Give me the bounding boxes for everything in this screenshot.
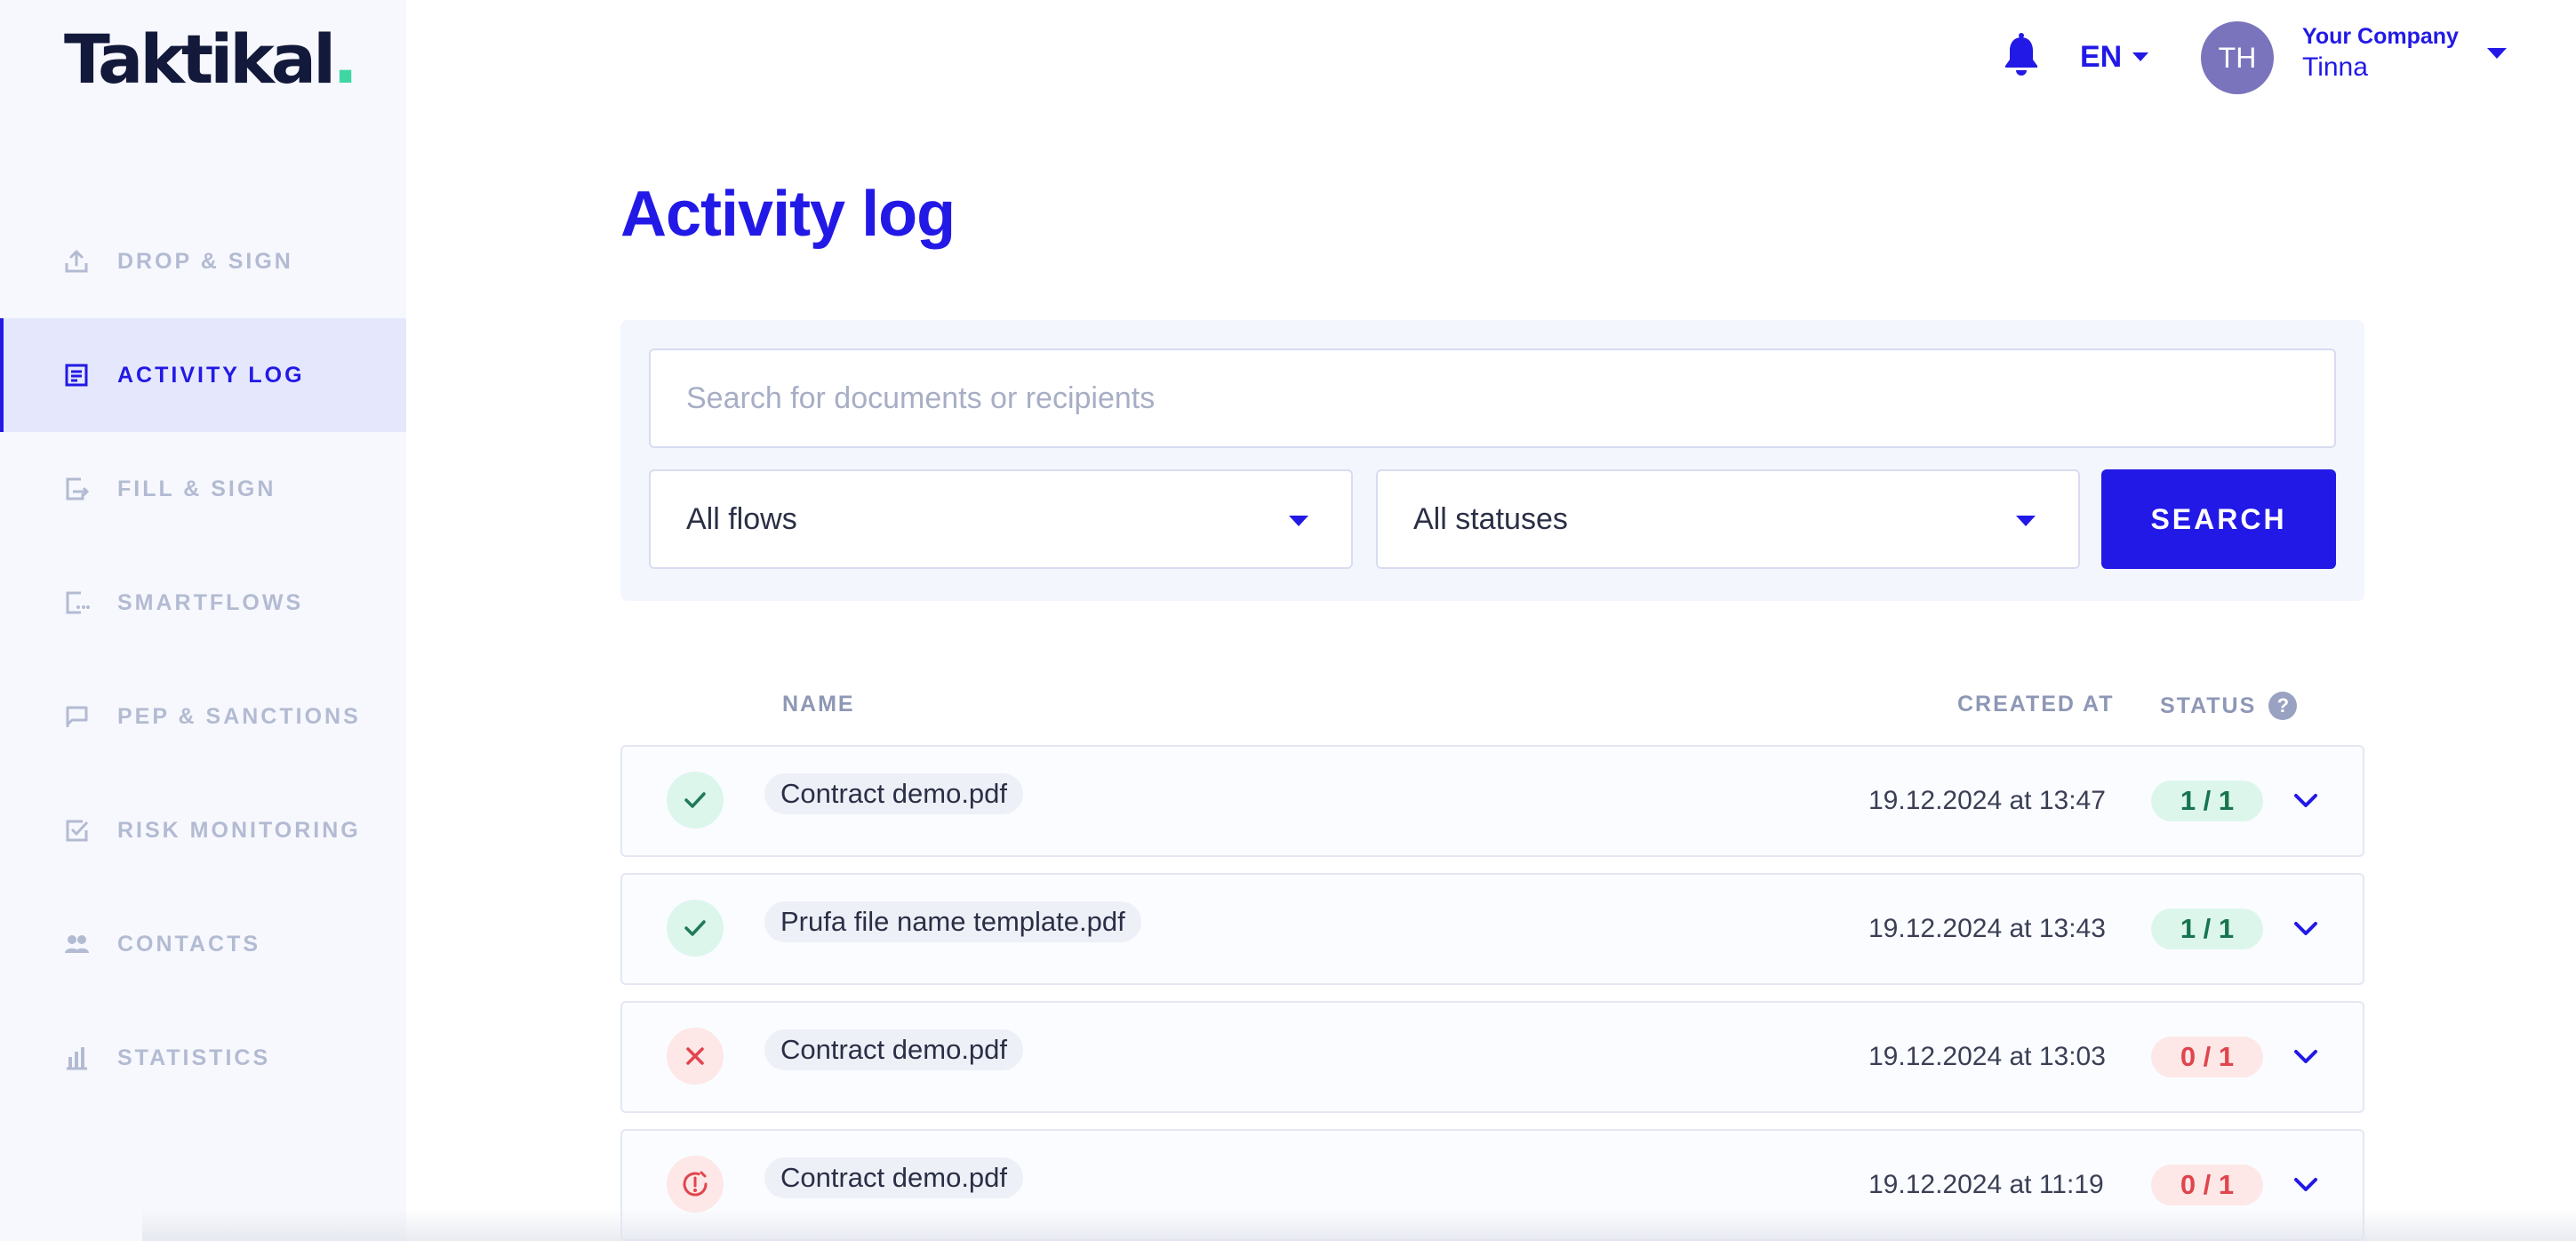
table-row[interactable]: Prufa file name template.pdf 19.12.2024 …	[620, 873, 2364, 985]
document-name[interactable]: Contract demo.pdf	[764, 773, 1024, 814]
column-header-status: STATUS ?	[2160, 692, 2298, 720]
fill-sign-icon	[62, 475, 91, 503]
column-header-status-label[interactable]: STATUS	[2160, 693, 2256, 719]
sidebar-item-drop-sign[interactable]: DROP & SIGN	[0, 204, 406, 318]
filter-panel: All flows All statuses SEARCH	[620, 320, 2364, 601]
created-at: 19.12.2024 at 13:03	[1868, 1042, 2106, 1071]
sidebar-item-label: CONTACTS	[117, 931, 261, 957]
risk-check-icon	[62, 816, 91, 845]
logo-text: Taktikal	[64, 20, 336, 99]
search-input[interactable]	[649, 348, 2336, 448]
upload-icon	[62, 247, 91, 276]
clock-alert-icon	[667, 1156, 724, 1213]
account-chevron-down-icon[interactable]	[2487, 48, 2507, 59]
sidebar-item-pep-sanctions[interactable]: PEP & SANCTIONS	[0, 660, 406, 773]
sidebar-item-risk-monitoring[interactable]: RISK MONITORING	[0, 773, 406, 887]
column-header-created-at[interactable]: CREATED AT	[1957, 692, 2114, 717]
table-row[interactable]: Contract demo.pdf 19.12.2024 at 11:19 0 …	[620, 1129, 2364, 1241]
logo-dot: .	[332, 20, 358, 99]
user-name: Tinna	[2302, 52, 2368, 82]
document-name[interactable]: Contract demo.pdf	[764, 1157, 1024, 1198]
sidebar-item-smartflows[interactable]: SMARTFLOWS	[0, 546, 406, 660]
page-title: Activity log	[620, 179, 956, 250]
status-badge: 1 / 1	[2151, 781, 2263, 821]
table-row[interactable]: Contract demo.pdf 19.12.2024 at 13:47 1 …	[620, 745, 2364, 857]
status-select[interactable]: All statuses	[1376, 469, 2080, 569]
app-root: Taktikal. DROP & SIGN ACTIVITY LOG FILL …	[0, 0, 2576, 1241]
sidebar-item-label: DROP & SIGN	[117, 248, 293, 274]
sidebar-item-label: FILL & SIGN	[117, 476, 276, 501]
sidebar-item-label: RISK MONITORING	[117, 817, 361, 843]
column-header-name[interactable]: NAME	[782, 692, 855, 717]
contacts-icon	[62, 930, 91, 958]
language-label: EN	[2080, 39, 2123, 74]
chevron-down-icon	[2016, 516, 2036, 526]
bar-chart-icon	[62, 1044, 91, 1072]
created-at: 19.12.2024 at 13:43	[1868, 914, 2106, 943]
check-icon	[667, 772, 724, 829]
taktikal-logo[interactable]: Taktikal.	[64, 20, 358, 100]
sidebar-item-fill-sign[interactable]: FILL & SIGN	[0, 432, 406, 546]
notifications-bell-icon[interactable]	[1998, 32, 2044, 78]
sidebar-item-label: STATISTICS	[117, 1045, 271, 1070]
close-x-icon	[667, 1028, 724, 1085]
created-at: 19.12.2024 at 11:19	[1868, 1170, 2104, 1199]
sidebar-item-activity-log[interactable]: ACTIVITY LOG	[0, 318, 406, 432]
chevron-down-icon	[2132, 52, 2149, 61]
status-select-value: All statuses	[1413, 501, 1568, 536]
search-button[interactable]: SEARCH	[2101, 469, 2336, 569]
status-badge: 0 / 1	[2151, 1165, 2263, 1205]
language-selector[interactable]: EN	[2080, 37, 2149, 76]
sidebar-item-label: SMARTFLOWS	[117, 589, 304, 615]
document-name[interactable]: Prufa file name template.pdf	[764, 901, 1141, 942]
flag-icon	[62, 702, 91, 731]
status-badge: 1 / 1	[2151, 909, 2263, 949]
sidebar-item-label: PEP & SANCTIONS	[117, 703, 361, 729]
sidebar: Taktikal. DROP & SIGN ACTIVITY LOG FILL …	[0, 0, 406, 1241]
created-at: 19.12.2024 at 13:47	[1868, 786, 2106, 815]
help-icon[interactable]: ?	[2268, 692, 2298, 720]
chevron-down-icon[interactable]	[2292, 1173, 2320, 1195]
table-header: NAME CREATED AT STATUS ?	[620, 685, 2364, 729]
document-name[interactable]: Contract demo.pdf	[764, 1029, 1024, 1070]
activity-log-icon	[62, 361, 91, 389]
sidebar-nav: DROP & SIGN ACTIVITY LOG FILL & SIGN SMA…	[0, 204, 406, 1115]
sidebar-item-label: ACTIVITY LOG	[117, 362, 305, 388]
smartflows-icon	[62, 588, 91, 617]
table-row[interactable]: Contract demo.pdf 19.12.2024 at 13:03 0 …	[620, 1001, 2364, 1113]
chevron-down-icon[interactable]	[2292, 789, 2320, 811]
sidebar-item-contacts[interactable]: CONTACTS	[0, 887, 406, 1001]
check-icon	[667, 900, 724, 957]
activity-list: Contract demo.pdf 19.12.2024 at 13:47 1 …	[620, 745, 2364, 1241]
chevron-down-icon	[1289, 516, 1308, 526]
flows-select[interactable]: All flows	[649, 469, 1353, 569]
flows-select-value: All flows	[686, 501, 797, 536]
chevron-down-icon[interactable]	[2292, 1045, 2320, 1067]
status-badge: 0 / 1	[2151, 1037, 2263, 1077]
sidebar-item-statistics[interactable]: STATISTICS	[0, 1001, 406, 1115]
company-name: Your Company	[2302, 24, 2459, 49]
user-avatar[interactable]: TH	[2201, 21, 2274, 94]
chevron-down-icon[interactable]	[2292, 917, 2320, 939]
account-switcher[interactable]: Your Company Tinna	[2302, 23, 2480, 85]
